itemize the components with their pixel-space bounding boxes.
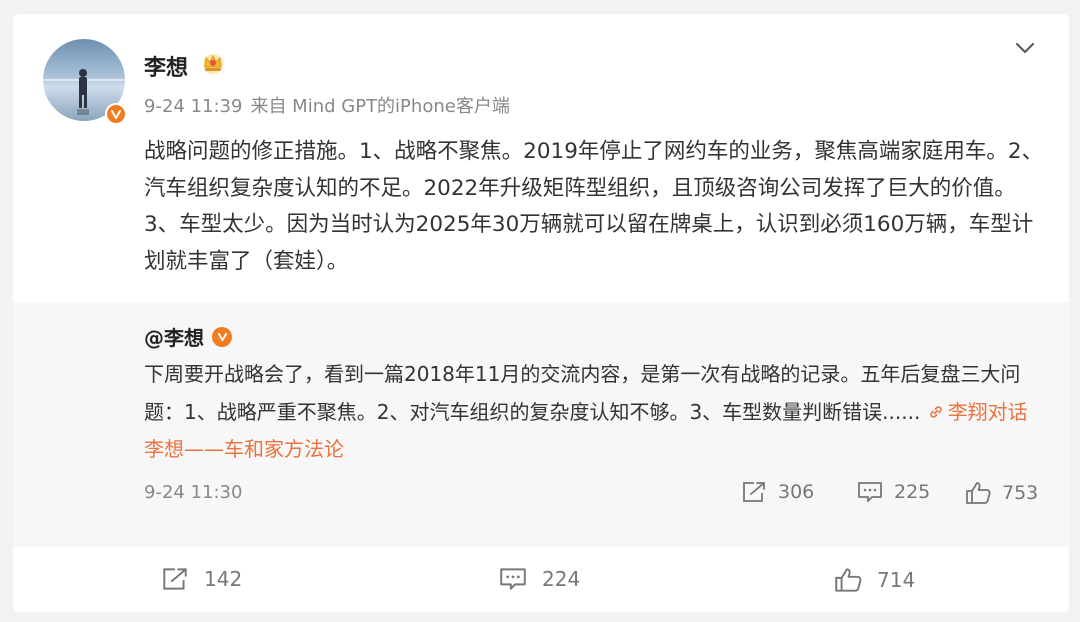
- share-button[interactable]: 142: [160, 566, 242, 592]
- post-meta: 9-24 11:39 来自 Mind GPT的iPhone客户端: [144, 92, 510, 118]
- share-icon: [163, 568, 187, 590]
- like-icon: [966, 482, 991, 504]
- quoted-text: 下周要开战略会了，看到一篇2018年11月的交流内容，是第一次有战略的记录。五年…: [144, 356, 1044, 469]
- quoted-comment-count: 225: [894, 481, 931, 503]
- share-icon: [743, 482, 765, 502]
- link-icon: [929, 405, 942, 418]
- quoted-body: 下周要开战略会了，看到一篇2018年11月的交流内容，是第一次有战略的记录。五年…: [144, 362, 1021, 424]
- post-text: 战略问题的修正措施。1、战略不聚焦。2019年停止了网约车的业务，聚焦高端家庭用…: [144, 139, 1044, 274]
- comment-button[interactable]: 224: [498, 566, 580, 592]
- post-actions: 142 224 714: [13, 547, 1069, 612]
- username[interactable]: 李想: [144, 50, 188, 82]
- quoted-username-row: @李想: [144, 322, 232, 351]
- quoted-post[interactable]: @李想 下周要开战略会了，看到一篇2018年11月的交流内容，是第一次有战略的记…: [13, 302, 1069, 547]
- quoted-like-count: 753: [1002, 482, 1039, 504]
- quoted-share-button[interactable]: 306: [740, 480, 814, 504]
- comment-icon: [500, 568, 526, 590]
- share-count: 142: [204, 567, 243, 591]
- quoted-like-button[interactable]: 753: [964, 480, 1038, 506]
- crown-icon[interactable]: [200, 50, 226, 80]
- verified-badge-icon: [212, 326, 232, 347]
- comment-count: 224: [542, 567, 581, 591]
- post-source: 来自 Mind GPT的iPhone客户端: [250, 96, 510, 117]
- comment-icon: [858, 482, 882, 502]
- like-count: 714: [877, 568, 916, 592]
- quoted-actions: 306 225 753: [13, 480, 1069, 508]
- like-icon: [835, 568, 862, 592]
- quoted-username[interactable]: @李想: [144, 322, 204, 351]
- quoted-comment-button[interactable]: 225: [856, 480, 930, 504]
- chevron-down-icon[interactable]: [1013, 36, 1037, 60]
- post-time[interactable]: 9-24 11:39: [144, 96, 242, 117]
- like-button[interactable]: 714: [833, 566, 915, 594]
- quoted-share-count: 306: [778, 481, 815, 503]
- post-card: 李想 9-24 11:39 来自 Mind GPT的iPhone客户端 战略问题的…: [13, 14, 1069, 612]
- verified-badge-icon: [105, 103, 127, 125]
